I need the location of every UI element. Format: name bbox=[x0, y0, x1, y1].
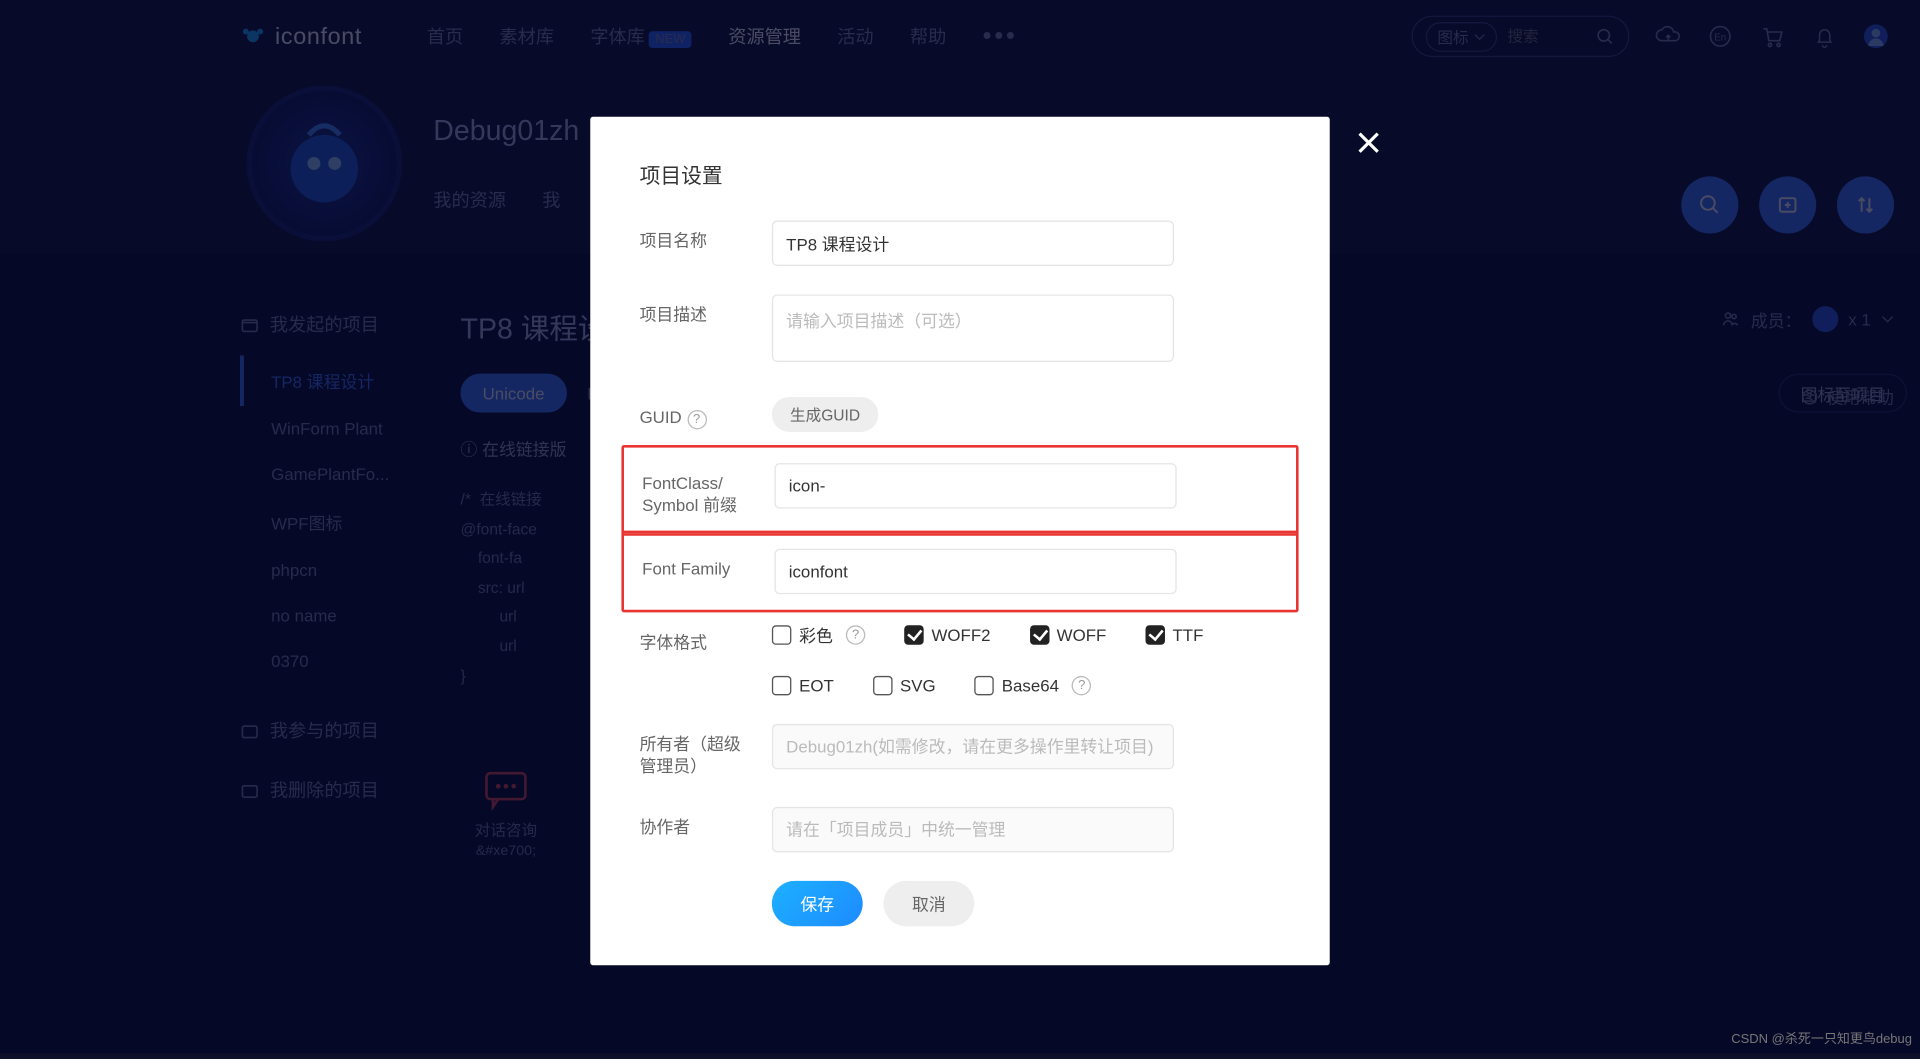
checkbox-icon bbox=[772, 676, 791, 695]
help-icon[interactable]: ? bbox=[687, 410, 706, 429]
format-checkbox-row: 彩色? WOFF2 WOFF TTF EOT SVG Base64? bbox=[772, 622, 1281, 695]
label-guid: GUID? bbox=[640, 397, 746, 429]
checkbox-label: 彩色 bbox=[799, 622, 833, 647]
format-checkbox-eot[interactable]: EOT bbox=[772, 676, 834, 695]
label-project-name: 项目名称 bbox=[640, 221, 746, 253]
project-settings-modal: 项目设置 项目名称 项目描述 GUID? 生成GUID FontClass/ S… bbox=[590, 117, 1329, 965]
checkbox-icon bbox=[772, 625, 791, 644]
checkbox-icon bbox=[1145, 625, 1164, 644]
checkbox-icon bbox=[975, 676, 994, 695]
generate-guid-button[interactable]: 生成GUID bbox=[772, 397, 878, 432]
checkbox-label: SVG bbox=[900, 676, 936, 695]
prefix-input[interactable] bbox=[774, 463, 1176, 508]
checkbox-label: EOT bbox=[799, 676, 834, 695]
modal-wrap: 项目设置 项目名称 项目描述 GUID? 生成GUID FontClass/ S… bbox=[0, 0, 1920, 1053]
format-checkbox-woff[interactable]: WOFF bbox=[1029, 622, 1106, 647]
label-prefix: FontClass/ Symbol 前缀 bbox=[642, 463, 748, 517]
close-button[interactable] bbox=[1353, 127, 1384, 158]
close-icon bbox=[1353, 127, 1384, 158]
owner-input bbox=[772, 724, 1174, 769]
highlight-family: Font Family bbox=[621, 530, 1298, 612]
highlight-prefix: FontClass/ Symbol 前缀 bbox=[621, 445, 1298, 536]
format-checkbox-ttf[interactable]: TTF bbox=[1145, 622, 1203, 647]
format-checkbox-base64[interactable]: Base64? bbox=[975, 676, 1092, 695]
label-family: Font Family bbox=[642, 548, 748, 580]
checkbox-icon bbox=[873, 676, 892, 695]
collaborator-input bbox=[772, 806, 1174, 851]
label-owner: 所有者（超级管理员） bbox=[640, 724, 746, 778]
format-checkbox-svg[interactable]: SVG bbox=[873, 676, 936, 695]
save-button[interactable]: 保存 bbox=[772, 880, 863, 925]
format-checkbox-彩色[interactable]: 彩色? bbox=[772, 622, 865, 647]
project-name-input[interactable] bbox=[772, 221, 1174, 266]
checkbox-label: WOFF2 bbox=[931, 625, 990, 644]
help-icon[interactable]: ? bbox=[846, 625, 865, 644]
checkbox-icon bbox=[1029, 625, 1048, 644]
label-project-desc: 项目描述 bbox=[640, 294, 746, 326]
format-checkbox-woff2[interactable]: WOFF2 bbox=[904, 622, 990, 647]
label-collab: 协作者 bbox=[640, 806, 746, 838]
modal-title: 项目设置 bbox=[640, 158, 1281, 189]
cancel-button[interactable]: 取消 bbox=[883, 880, 974, 925]
checkbox-label: WOFF bbox=[1057, 625, 1107, 644]
checkbox-label: Base64 bbox=[1002, 676, 1059, 695]
label-formats: 字体格式 bbox=[640, 622, 746, 654]
help-icon[interactable]: ? bbox=[1072, 676, 1091, 695]
checkbox-icon bbox=[904, 625, 923, 644]
font-family-input[interactable] bbox=[774, 548, 1176, 593]
project-desc-input[interactable] bbox=[772, 294, 1174, 361]
checkbox-label: TTF bbox=[1172, 625, 1203, 644]
watermark: CSDN @杀死一只知更鸟debug bbox=[1731, 1028, 1912, 1047]
